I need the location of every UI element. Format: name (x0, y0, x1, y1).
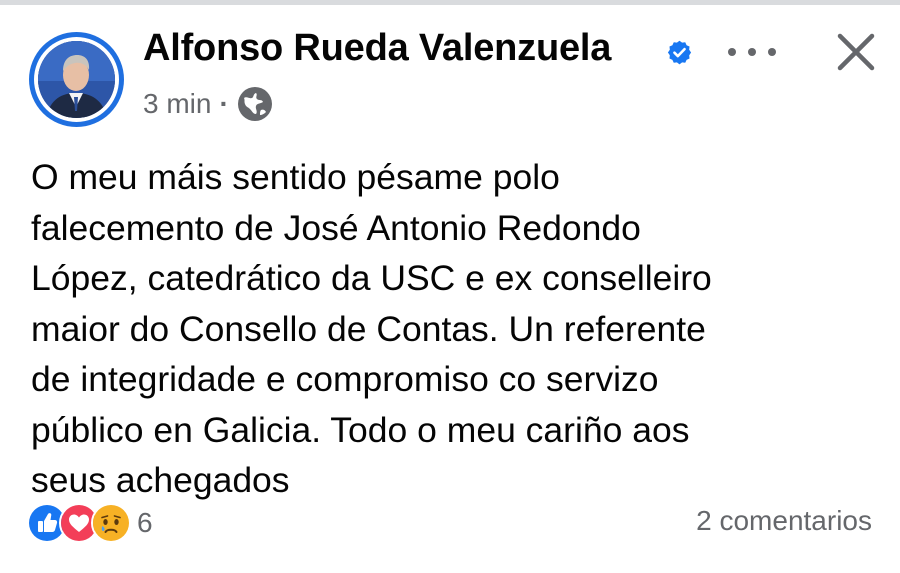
top-divider (0, 0, 900, 5)
post-meta: 3 min · (143, 86, 273, 122)
reaction-count: 6 (137, 507, 153, 538)
reactions-summary[interactable]: 6 (27, 503, 153, 543)
more-dot (748, 48, 756, 56)
profile-photo (38, 41, 115, 118)
more-dot (728, 48, 736, 56)
more-horizontal-icon[interactable] (728, 38, 776, 66)
post-time[interactable]: 3 min (143, 88, 211, 120)
avatar[interactable] (29, 32, 124, 127)
avatar-ring (34, 37, 119, 122)
meta-separator: · (219, 88, 229, 119)
comments-count-link[interactable]: 2 comentarios (696, 505, 872, 537)
sad-icon (91, 503, 131, 543)
more-dot (768, 48, 776, 56)
globe-icon[interactable] (237, 86, 273, 122)
close-icon[interactable] (834, 30, 878, 74)
author-name[interactable]: Alfonso Rueda Valenzuela (143, 27, 611, 70)
post-body-text: O meu máis sentido pésame polo falecemen… (31, 157, 712, 500)
profile-photo-illustration (38, 41, 115, 118)
verified-badge-icon (667, 40, 692, 65)
